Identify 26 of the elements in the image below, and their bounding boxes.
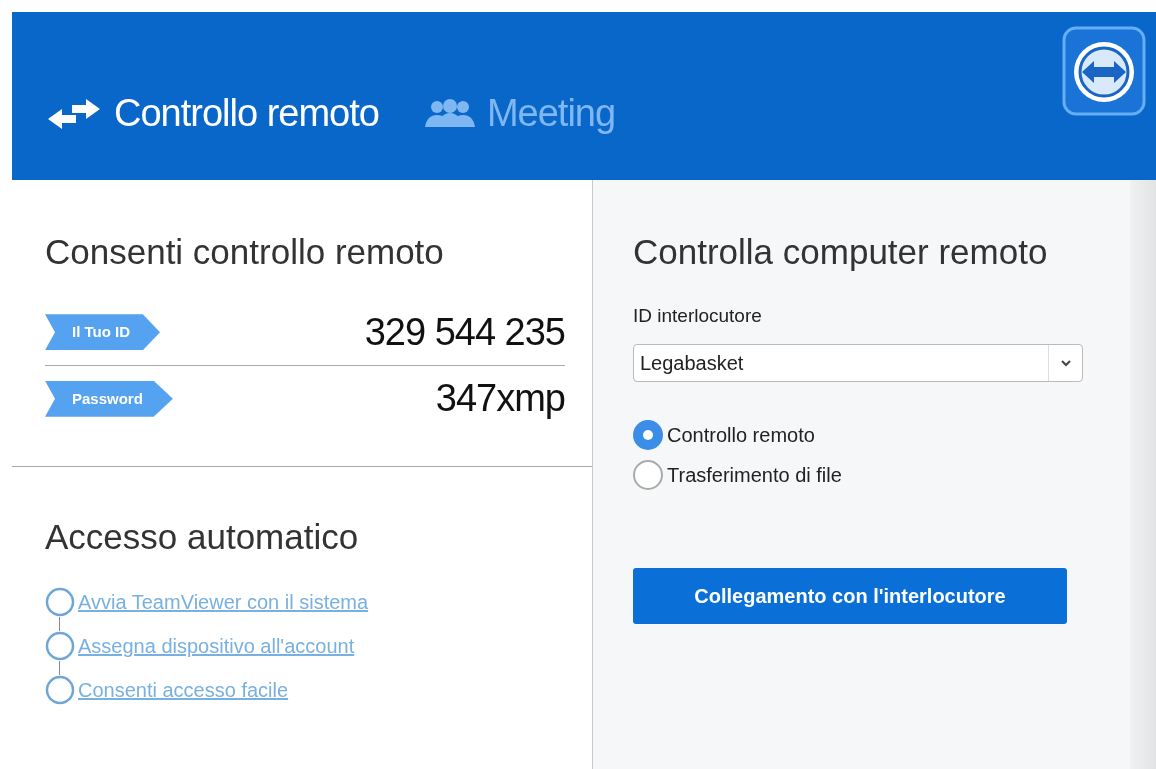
- field-value: 347xmp: [435, 376, 565, 422]
- section-title: Controlla computer remoto: [633, 231, 1049, 273]
- step-circle-icon: [45, 674, 75, 705]
- chevron-down-icon: [1059, 359, 1072, 368]
- step-circle-icon: [45, 630, 75, 661]
- field-tag: Il Tuo ID: [45, 314, 161, 351]
- setup-link[interactable]: Assegna dispositivo all'account: [78, 630, 355, 661]
- field-label: ID interlocutore: [633, 303, 763, 328]
- swap-arrows-icon: [46, 98, 102, 129]
- people-icon: [424, 98, 475, 129]
- app-logo-icon: [1060, 26, 1148, 118]
- setup-link[interactable]: Consenti accesso facile: [78, 674, 289, 705]
- field-tag: Password: [45, 380, 173, 417]
- nav-tab[interactable]: Meeting: [424, 85, 616, 142]
- nav-tab[interactable]: Controllo remoto: [46, 85, 379, 142]
- radio-label: Controllo remoto: [667, 423, 815, 449]
- section-title: Consenti controllo remoto: [45, 231, 445, 273]
- field-value: 329 544 235: [364, 309, 565, 355]
- connect-button[interactable]: Collegamento con l'interlocutore: [633, 568, 1067, 625]
- radio-button[interactable]: [633, 420, 663, 451]
- section-title: Accesso automatico: [45, 516, 360, 558]
- setup-link[interactable]: Avvia TeamViewer con il sistema: [78, 586, 369, 617]
- partner-id-dropdown[interactable]: Legabasket: [633, 344, 1083, 383]
- radio-label: Trasferimento di file: [667, 463, 842, 489]
- step-circle-icon: [45, 586, 75, 617]
- radio-button[interactable]: [633, 460, 663, 491]
